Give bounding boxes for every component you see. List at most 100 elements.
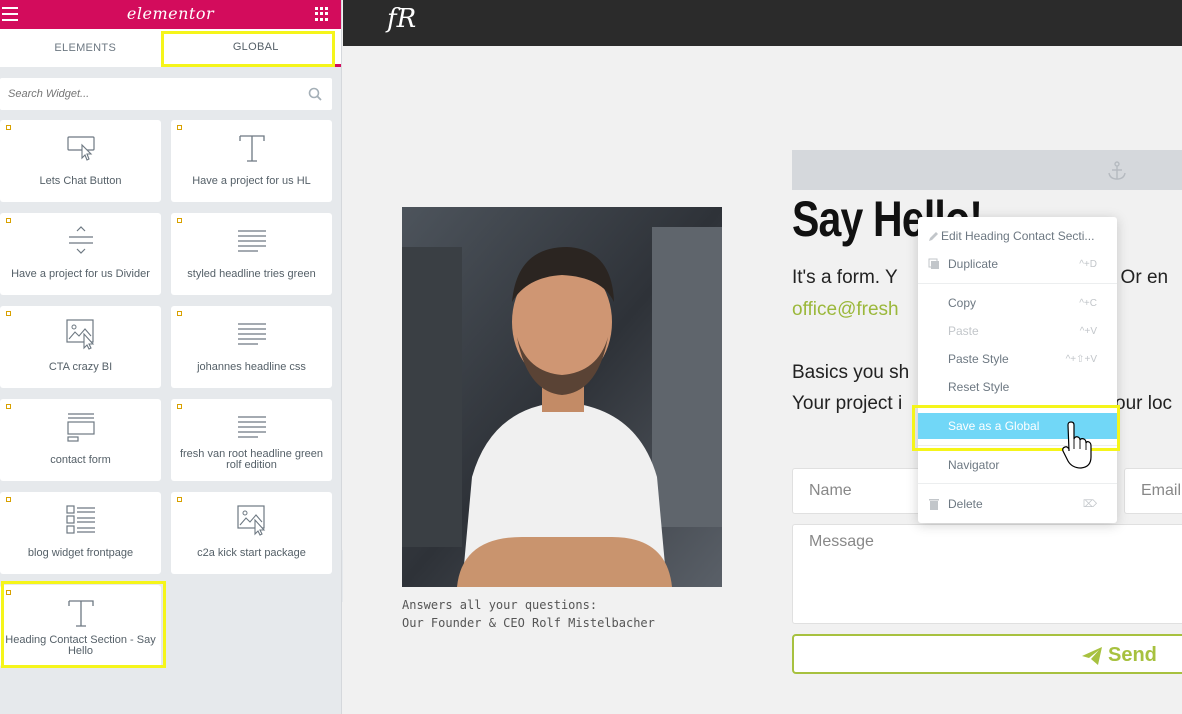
menu-shortcut: ^+V [1079, 325, 1097, 337]
global-marker [177, 218, 182, 223]
email-placeholder: Email [1141, 482, 1182, 499]
widget-title: Lets Chat Button [39, 175, 122, 187]
menu-item-label: Navigator [948, 458, 1000, 472]
intro-text-left: It's a form. Y [792, 267, 898, 288]
global-marker [177, 497, 182, 502]
global-marker [177, 404, 182, 409]
photo-caption: Answers all your questions: Our Founder … [402, 596, 655, 632]
menu-separator [918, 283, 1117, 284]
widget-title: blog widget frontpage [27, 547, 134, 559]
tab-elements[interactable]: ELEMENTS [0, 29, 171, 67]
widget-styled-headline[interactable]: styled headline tries green [171, 213, 332, 295]
text-t-icon [238, 135, 265, 162]
menu-item-duplicate[interactable]: Duplicate ^+D [918, 252, 1117, 276]
widget-title: fresh van root headline green rolf editi… [179, 448, 324, 471]
global-marker [177, 311, 182, 316]
menu-item-label: Delete [948, 497, 983, 511]
project-text-left: Your project i [792, 393, 903, 414]
founder-photo [402, 207, 722, 587]
menu-item-label: Edit Heading Contact Secti... [941, 229, 1095, 243]
widget-have-a-project-divider[interactable]: Have a project for us Divider [0, 213, 161, 295]
duplicate-icon [928, 258, 939, 269]
menu-item-copy[interactable]: Copy ^+C [918, 291, 1117, 315]
button-pointer-icon [66, 136, 95, 161]
site-logo[interactable]: fR [387, 4, 416, 34]
name-placeholder: Name [809, 482, 852, 499]
widget-johannes-headline[interactable]: johannes headline css [171, 306, 332, 388]
caption-line-2: Our Founder & CEO Rolf Mistelbacher [402, 616, 655, 630]
text-align-icon [237, 323, 266, 345]
global-marker [6, 125, 11, 130]
menu-shortcut: ^+D [1079, 258, 1097, 270]
global-marker [6, 497, 11, 502]
search-input[interactable] [8, 88, 288, 100]
anchor-icon[interactable] [1106, 160, 1128, 182]
panel-header: elementor [0, 0, 341, 29]
global-marker [6, 404, 11, 409]
trash-icon [929, 499, 939, 510]
paper-plane-icon [1082, 646, 1102, 665]
email-field[interactable]: Email [1124, 468, 1182, 514]
widget-cta-crazy-bi[interactable]: CTA crazy BI [0, 306, 161, 388]
menu-separator [918, 483, 1117, 484]
widget-title: Have a project for us HL [192, 175, 311, 187]
highlight-global-widget [1, 581, 166, 668]
message-placeholder: Message [809, 533, 874, 550]
menu-shortcut: ^+C [1079, 297, 1097, 309]
image-pointer-icon [236, 505, 265, 536]
widget-title: contact form [50, 454, 111, 466]
search-icon[interactable] [308, 87, 322, 101]
send-label: Send [1108, 644, 1157, 666]
menu-item-edit[interactable]: Edit Heading Contact Secti... [918, 224, 1117, 248]
widget-have-a-project-hl[interactable]: Have a project for us HL [171, 120, 332, 202]
project-text-right: our loc [1115, 393, 1173, 414]
divider-icon [68, 226, 93, 254]
widget-title: styled headline tries green [187, 268, 316, 280]
pencil-icon [929, 232, 938, 241]
send-button[interactable]: Send [792, 634, 1182, 674]
menu-item-label: Paste Style [948, 352, 1009, 366]
email-link[interactable]: office@fresh [792, 299, 899, 321]
menu-item-label: Copy [948, 296, 977, 310]
menu-item-label: Duplicate [948, 257, 999, 271]
intro-text-line-1: It's a form. Y . Or en [792, 267, 1168, 289]
widget-lets-chat-button[interactable]: Lets Chat Button [0, 120, 161, 202]
image-pointer-icon [65, 319, 94, 350]
context-menu: Edit Heading Contact Secti... Duplicate … [918, 217, 1117, 523]
message-field[interactable]: Message [792, 524, 1182, 624]
elementor-logo: elementor [126, 4, 215, 23]
widget-contact-form[interactable]: contact form [0, 399, 161, 481]
form-icon [66, 413, 95, 442]
hand-cursor-icon [1062, 421, 1092, 469]
menu-shortcut: ⌦ [1082, 498, 1097, 510]
text-align-icon [237, 416, 266, 438]
site-header: fR [343, 0, 1182, 46]
widget-title: Have a project for us Divider [11, 268, 150, 280]
caption-line-1: Answers all your questions: [402, 598, 598, 612]
global-marker [177, 125, 182, 130]
menu-item-delete[interactable]: Delete ⌦ [918, 492, 1117, 516]
highlight-global-tab [161, 31, 335, 67]
search-box [0, 78, 332, 110]
menu-item-label: Reset Style [948, 380, 1010, 394]
menu-item-reset-style[interactable]: Reset Style [918, 375, 1117, 399]
project-text-line: Your project i our loc [792, 393, 1172, 415]
menu-shortcut: ^+⇧+V [1065, 353, 1097, 365]
widget-blog-widget-frontpage[interactable]: blog widget frontpage [0, 492, 161, 574]
widget-title: johannes headline css [197, 361, 306, 373]
widget-fresh-van-root-headline[interactable]: fresh van root headline green rolf editi… [171, 399, 332, 481]
global-marker [6, 218, 11, 223]
widgets-grid-icon[interactable] [315, 7, 329, 21]
menu-item-label: Paste [948, 324, 979, 338]
basics-text-line: Basics you sh [792, 362, 910, 383]
widget-c2a-kick-start-package[interactable]: c2a kick start package [171, 492, 332, 574]
menu-item-paste-style[interactable]: Paste Style ^+⇧+V [918, 347, 1117, 371]
post-list-icon [65, 505, 95, 534]
menu-item-paste[interactable]: Paste ^+V [918, 319, 1117, 343]
widget-title: c2a kick start package [197, 547, 306, 559]
portrait-image [402, 207, 722, 587]
global-marker [6, 311, 11, 316]
intro-text-right: . Or en [1110, 267, 1169, 288]
widget-title: CTA crazy BI [48, 361, 113, 373]
text-align-icon [237, 230, 266, 252]
